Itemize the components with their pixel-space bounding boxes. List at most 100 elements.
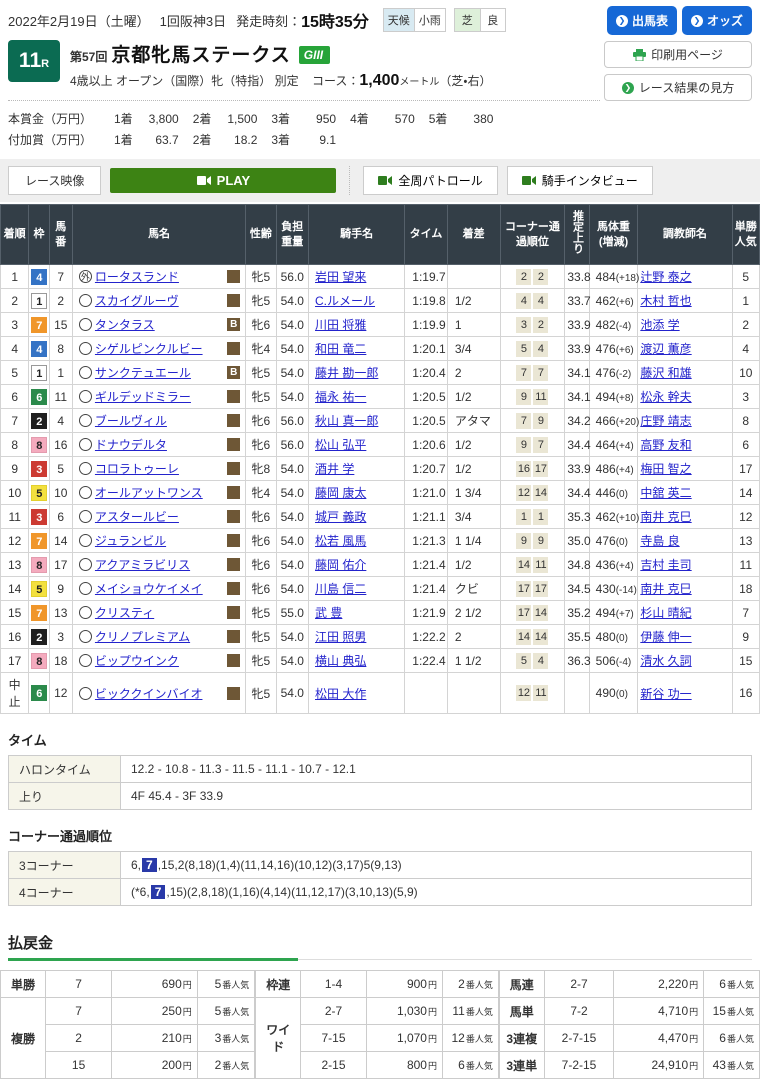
horse-weight-value: 476 — [595, 341, 616, 356]
video-camera-icon — [378, 176, 393, 185]
jockey-link[interactable]: 川島 信二 — [315, 582, 366, 596]
frame-number-badge: 8 — [31, 652, 48, 669]
jockey-link[interactable]: 秋山 真一郎 — [315, 414, 378, 428]
jockey-link[interactable]: 武 豊 — [315, 606, 342, 620]
horse-weight-value: 436 — [595, 557, 616, 572]
trainer-link[interactable]: 新谷 功一 — [640, 687, 691, 701]
meeting-info: 1回阪神3日 — [159, 13, 227, 29]
horse-weight: 464(+4) — [588, 432, 639, 457]
payout-combination: 2 — [45, 1024, 113, 1052]
jockey-link[interactable]: 藤岡 康太 — [315, 486, 366, 500]
trainer-link[interactable]: 南井 克巳 — [640, 510, 691, 524]
horse-name-link[interactable]: ビッククインバイオ — [95, 685, 203, 702]
jockey-link[interactable]: 横山 典弘 — [315, 654, 366, 668]
horse-name-link[interactable]: タンタラス — [95, 316, 155, 333]
yen-suffix: 円 — [689, 1007, 699, 1017]
yen-suffix: 円 — [182, 980, 192, 990]
payout-combination: 1-4 — [300, 970, 367, 998]
corner-position-chip: 7 — [516, 364, 532, 381]
frame-number-badge: 5 — [31, 484, 48, 501]
margin: 1/2 — [446, 288, 501, 313]
trainer-link[interactable]: 南井 克巳 — [640, 582, 691, 596]
carried-weight: 55.0 — [275, 600, 310, 625]
horse-name-link[interactable]: ドナウデルタ — [95, 436, 167, 453]
trainer-link[interactable]: 高野 友和 — [640, 438, 691, 452]
horse-weight: 476(0) — [588, 528, 639, 553]
horse-weight: 494(+8) — [588, 384, 639, 409]
printer-icon — [633, 48, 647, 61]
horse-name-link[interactable]: ジュランビル — [95, 532, 166, 549]
trainer-link[interactable]: 渡辺 薫彦 — [640, 342, 691, 356]
horse-name-link[interactable]: ギルデッドミラー — [95, 388, 191, 405]
jockey-link[interactable]: 岩田 望来 — [315, 270, 366, 284]
jockey-link[interactable]: C.ルメール — [315, 294, 375, 308]
horse-name-link[interactable]: ビップウインク — [95, 652, 179, 669]
finish-position: 2 — [0, 288, 30, 313]
horse-name-link[interactable]: ロータスランド — [95, 268, 179, 285]
prize-amount: 3,800 — [148, 112, 179, 126]
entries-button[interactable]: ❯ 出馬表 — [606, 6, 677, 35]
win-popularity: 17 — [731, 456, 760, 481]
prize-rank-label: 3着 — [271, 112, 291, 126]
arrow-circle-icon: ❯ — [615, 14, 628, 27]
time-table: ハロンタイム 12.2 - 10.8 - 11.3 - 11.5 - 11.1 -… — [8, 755, 752, 810]
horse-name-link[interactable]: クリノプレミアム — [95, 628, 190, 645]
horse-number: 6 — [48, 504, 73, 529]
time-row: ハロンタイム 12.2 - 10.8 - 11.3 - 11.5 - 11.1 -… — [8, 755, 752, 783]
print-page-button[interactable]: 印刷用ページ — [604, 41, 752, 68]
horse-name-link[interactable]: ブールヴィル — [95, 412, 167, 429]
odds-button[interactable]: ❯ オッズ — [681, 6, 752, 35]
horse-name-link[interactable]: クリスティ — [95, 604, 154, 621]
col-sex-age: 性齢 — [245, 204, 277, 265]
foreign-bred-mark-icon — [78, 630, 92, 643]
horse-name-link[interactable]: メイショウケイメイ — [95, 580, 203, 597]
jockey-interview-button[interactable]: 騎手インタビュー — [506, 166, 653, 195]
horse-name-link[interactable]: オールアットワンス — [95, 484, 203, 501]
estimated-agari: 34.8 — [564, 552, 591, 577]
trainer-link[interactable]: 辻野 泰之 — [640, 270, 691, 284]
popularity-suffix: 番人気 — [465, 1034, 493, 1044]
jockey-link[interactable]: 川田 将雅 — [315, 318, 366, 332]
carried-weight: 54.0 — [275, 288, 310, 313]
horse-name-link[interactable]: アクアミラビリス — [95, 556, 190, 573]
jockey-link[interactable]: 松山 弘平 — [315, 438, 366, 452]
carried-weight: 54.0 — [275, 336, 310, 361]
jockey-link[interactable]: 福永 祐一 — [315, 390, 366, 404]
horse-name-link[interactable]: スカイグルーヴ — [95, 292, 179, 309]
horse-name-link[interactable]: シゲルピンクルビー — [95, 340, 203, 357]
play-video-button[interactable]: PLAY — [110, 168, 337, 193]
frame-number-badge: 8 — [31, 556, 48, 573]
jockey-link[interactable]: 江田 照男 — [315, 630, 366, 644]
results-guide-button[interactable]: ❯ レース結果の見方 — [604, 74, 752, 101]
trainer-link[interactable]: 松永 幹夫 — [640, 390, 691, 404]
jockey-link[interactable]: 藤井 勘一郎 — [315, 366, 378, 380]
trainer-link[interactable]: 池添 学 — [640, 318, 679, 332]
jockey-link[interactable]: 城戸 義政 — [315, 510, 366, 524]
odds-button-label: オッズ — [706, 14, 743, 28]
payout-row: 3連単 7-2-15 24,910円 43番人気 — [498, 1051, 760, 1079]
popularity-value: 15 — [712, 1004, 726, 1018]
trainer-link[interactable]: 中舘 英二 — [640, 486, 691, 500]
highlighted-horse-number: 7 — [142, 858, 157, 872]
horse-name-link[interactable]: アスタールビー — [95, 508, 179, 525]
corner-positions: 77 — [499, 360, 566, 385]
jockey-link[interactable]: 酒井 学 — [315, 462, 354, 476]
trainer-link[interactable]: 吉村 圭司 — [640, 558, 691, 572]
trainer-link[interactable]: 杉山 晴紀 — [640, 606, 691, 620]
jockey-link[interactable]: 松田 大作 — [315, 687, 366, 701]
trainer-link[interactable]: 梅田 智之 — [640, 462, 691, 476]
jockey-link[interactable]: 藤岡 佑介 — [315, 558, 366, 572]
horse-number: 10 — [48, 480, 73, 505]
patrol-video-button[interactable]: 全周パトロール — [363, 166, 498, 195]
jockey-link[interactable]: 松若 風馬 — [315, 534, 366, 548]
horse-name-link[interactable]: コロラトゥーレ — [95, 460, 179, 477]
trainer-link[interactable]: 木村 哲也 — [640, 294, 691, 308]
horse-name-link[interactable]: サンクテュエール — [95, 364, 191, 381]
jockey-link[interactable]: 和田 竜二 — [315, 342, 366, 356]
trainer-link[interactable]: 庄野 靖志 — [640, 414, 691, 428]
payout-amount: 2,220円 — [613, 970, 705, 998]
trainer-link[interactable]: 藤沢 和雄 — [640, 366, 691, 380]
trainer-link[interactable]: 伊藤 伸一 — [640, 630, 691, 644]
trainer-link[interactable]: 寺島 良 — [640, 534, 679, 548]
trainer-link[interactable]: 清水 久詞 — [640, 654, 691, 668]
